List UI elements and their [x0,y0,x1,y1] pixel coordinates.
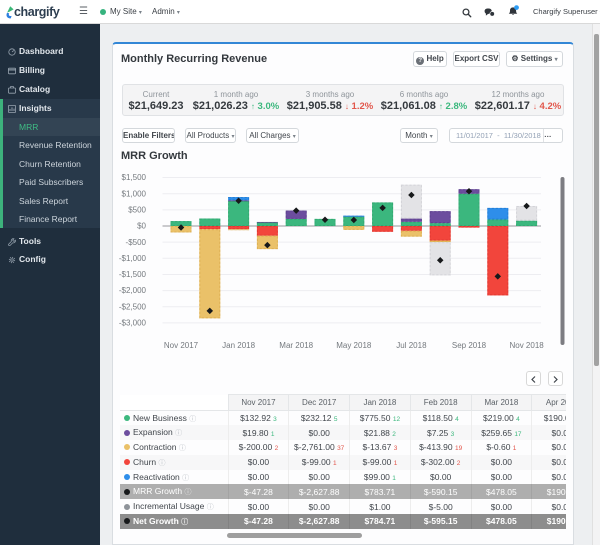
svg-text:Nov 2017: Nov 2017 [164,341,199,350]
svg-text:$500: $500 [128,205,146,214]
svg-text:-$2,500: -$2,500 [119,302,147,311]
svg-text:-$2,000: -$2,000 [119,286,147,295]
svg-text:-$3,000: -$3,000 [119,318,147,327]
svg-text:Jul 2018: Jul 2018 [396,341,427,350]
svg-text:Sep 2018: Sep 2018 [452,341,487,350]
svg-text:-$500: -$500 [126,238,147,247]
svg-text:$1,000: $1,000 [122,189,147,198]
svg-text:-$1,500: -$1,500 [119,270,147,279]
svg-text:Mar 2018: Mar 2018 [279,341,313,350]
svg-text:$0: $0 [137,222,146,231]
svg-text:Nov 2018: Nov 2018 [509,341,544,350]
svg-text:$1,500: $1,500 [122,173,147,182]
svg-text:Jan 2018: Jan 2018 [222,341,255,350]
svg-text:May 2018: May 2018 [336,341,372,350]
svg-text:-$1,000: -$1,000 [119,254,147,263]
